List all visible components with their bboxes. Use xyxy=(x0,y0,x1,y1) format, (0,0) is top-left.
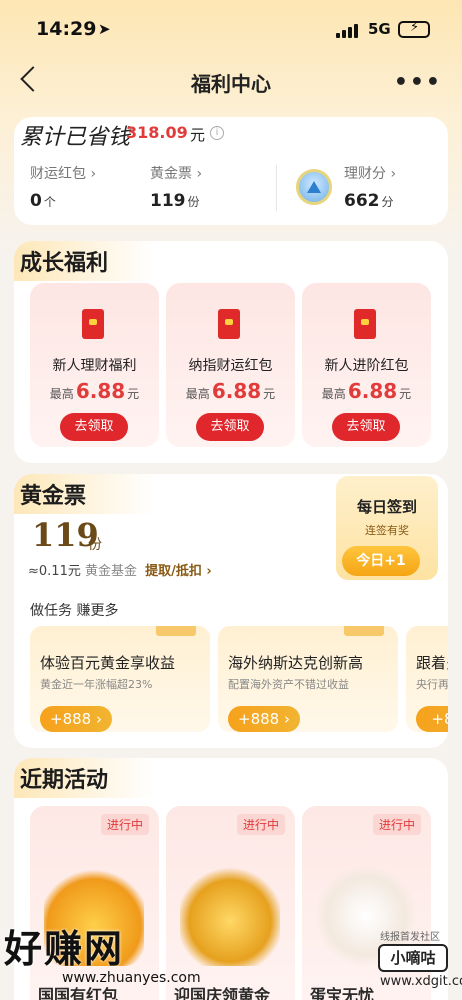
growth-benefits-section: 成长福利 新人理财福利 最高 6.88 元 去领取 纳指财运红包 最高 6.88 元 去… xyxy=(14,241,448,463)
stat-red-packet[interactable]: 财运红包 › 0个 xyxy=(30,163,96,211)
task-title: 跟着多 xyxy=(416,654,448,672)
gold-ingot-image xyxy=(180,866,280,966)
status-badge: 进行中 xyxy=(100,814,149,835)
gift-unit: 元 xyxy=(263,387,276,401)
task-title: 体验百元黄金享收益 xyxy=(40,654,176,672)
task-carousel[interactable]: 体验百元黄金享收益 黄金近一年涨幅超23% +888 › 海外纳斯达克创新高 配… xyxy=(14,626,448,736)
network-label: 5G xyxy=(368,20,391,38)
stat-unit: 分 xyxy=(381,195,394,209)
signal-icon xyxy=(336,22,362,38)
gift-card[interactable]: 新人理财福利 最高 6.88 元 去领取 xyxy=(30,283,159,447)
task-tab xyxy=(156,626,196,636)
gift-prefix: 最高 xyxy=(49,387,74,401)
stat-value: 662 xyxy=(344,191,380,211)
gift-name: 纳指财运红包 xyxy=(188,358,273,374)
watermark-url: www.zhuanyes.com xyxy=(62,970,201,986)
gift-card[interactable]: 新人进阶红包 最高 6.88 元 去领取 xyxy=(302,283,431,447)
stat-label: 财运红包 › xyxy=(30,166,97,182)
stat-wealth-score[interactable]: 理财分 › 662 分 xyxy=(344,163,396,211)
gift-unit: 元 xyxy=(127,387,140,401)
section-title: 近期活动 xyxy=(20,768,109,793)
checkin-button[interactable]: 今日+1 xyxy=(342,546,420,576)
task-reward-button[interactable]: +888 › xyxy=(40,706,112,732)
red-envelope-icon xyxy=(82,309,104,339)
location-arrow-icon: ➤ xyxy=(98,20,111,38)
stat-gold-ticket[interactable]: 黄金票 › 119 份 xyxy=(150,163,202,211)
stat-label: 理财分 › xyxy=(344,166,397,182)
wealth-score-icon xyxy=(296,169,332,205)
task-card[interactable]: 跟着多 央行再 +888 xyxy=(406,626,448,732)
stat-unit: 份 xyxy=(187,195,200,209)
saved-amount: 318.09 xyxy=(126,123,188,142)
divider xyxy=(276,165,277,211)
stat-value: 0 xyxy=(30,191,42,211)
saved-unit: 元 xyxy=(190,126,206,144)
task-card[interactable]: 体验百元黄金享收益 黄金近一年涨幅超23% +888 › xyxy=(30,626,210,732)
task-card[interactable]: 海外纳斯达克创新高 配置海外资产不错过收益 +888 › xyxy=(218,626,398,732)
page-title: 福利中心 xyxy=(191,72,271,96)
checkin-title: 每日签到 xyxy=(356,498,417,516)
red-envelope-icon xyxy=(354,309,376,339)
task-title: 海外纳斯达克创新高 xyxy=(228,654,364,672)
gold-fund-label: 黄金基金 xyxy=(84,564,137,579)
nav-bar: 福利中心 ••• xyxy=(0,58,462,106)
red-envelope-icon xyxy=(218,309,240,339)
status-bar: 14:29 ➤ 5G ⚡ xyxy=(0,0,462,56)
gold-ticket-section: 黄金票 119 份 ≈0.11元 黄金基金 提取/抵扣 › 每日签到 连签有奖 … xyxy=(14,474,448,748)
activity-label: 蛋宝无忧 xyxy=(310,986,375,1000)
gift-amount: 6.88 xyxy=(211,379,262,403)
tasks-heading: 做任务 赚更多 xyxy=(30,603,119,619)
status-time: 14:29 xyxy=(36,18,97,40)
checkin-subtitle: 连签有奖 xyxy=(365,524,409,537)
withdraw-link[interactable]: 提取/抵扣 › xyxy=(145,564,212,579)
gold-value-line: ≈0.11元 黄金基金 提取/抵扣 › xyxy=(28,560,212,579)
task-reward-button[interactable]: +888 › xyxy=(228,706,300,732)
watermark-url-right: www.xdgit.com xyxy=(380,974,462,989)
savings-summary-card: 累计已省钱 318.09 元 i 财运红包 › 0个 黄金票 › 119 份 理财… xyxy=(14,117,448,225)
status-badge: 进行中 xyxy=(236,814,285,835)
more-icon[interactable]: ••• xyxy=(394,70,442,95)
gold-approx-value: ≈0.11元 xyxy=(28,564,81,579)
daily-checkin-card: 每日签到 连签有奖 今日+1 xyxy=(336,476,438,580)
saved-label: 累计已省钱 xyxy=(20,125,131,150)
task-reward-button[interactable]: +888 xyxy=(416,706,448,732)
gift-prefix: 最高 xyxy=(321,387,346,401)
status-badge: 进行中 xyxy=(372,814,421,835)
stat-unit: 个 xyxy=(43,195,56,209)
stat-value: 119 xyxy=(150,191,186,211)
watermark-caption: 线报首发社区 xyxy=(380,932,440,943)
gift-prefix: 最高 xyxy=(185,387,210,401)
section-title: 成长福利 xyxy=(20,251,109,276)
claim-button[interactable]: 去领取 xyxy=(332,413,400,441)
gift-amount: 6.88 xyxy=(75,379,126,403)
gift-amount: 6.88 xyxy=(347,379,398,403)
watermark-logo: 好赚网 xyxy=(4,927,125,971)
gift-card[interactable]: 纳指财运红包 最高 6.88 元 去领取 xyxy=(166,283,295,447)
task-subtitle: 黄金近一年涨幅超23% xyxy=(40,678,153,691)
gift-name: 新人理财福利 xyxy=(52,358,137,374)
claim-button[interactable]: 去领取 xyxy=(196,413,264,441)
task-subtitle: 央行再 xyxy=(416,678,448,691)
info-icon[interactable]: i xyxy=(210,126,224,140)
gold-ticket-unit: 份 xyxy=(88,537,102,553)
gift-name: 新人进阶红包 xyxy=(324,358,409,374)
task-subtitle: 配置海外资产不错过收益 xyxy=(228,678,349,691)
watermark-logo-right: 小嘀咕 xyxy=(378,944,448,972)
battery-icon: ⚡ xyxy=(398,20,430,38)
section-title: 黄金票 xyxy=(20,484,87,509)
task-tab xyxy=(344,626,384,636)
stat-label: 黄金票 › xyxy=(150,166,203,182)
gift-unit: 元 xyxy=(399,387,412,401)
claim-button[interactable]: 去领取 xyxy=(60,413,128,441)
